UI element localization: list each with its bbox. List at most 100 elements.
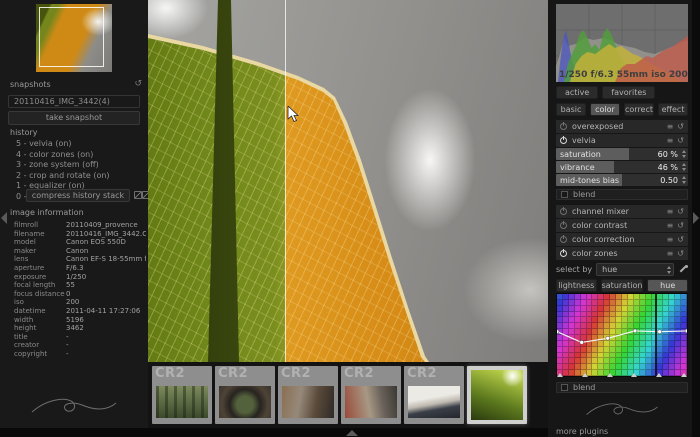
module-header-overexposed[interactable]: overexposed ≡ ↺	[556, 120, 688, 133]
category-tab[interactable]: basic	[556, 103, 586, 116]
power-icon[interactable]	[560, 208, 567, 215]
filmstrip-thumb[interactable]: CR2	[215, 366, 275, 424]
velvia-blend-row[interactable]: blend	[556, 189, 688, 200]
blend-label: blend	[573, 383, 595, 392]
presets-icon[interactable]: ≡	[667, 136, 674, 145]
history-item[interactable]: 2 - crop and rotate (on)	[16, 171, 144, 182]
filmstrip-thumb[interactable]: CR2	[404, 366, 464, 424]
slider-fine-tune-arrows[interactable]	[682, 163, 686, 171]
presets-icon[interactable]: ≡	[667, 207, 674, 216]
module-category-tabs: basic color correct effect	[556, 103, 688, 116]
info-label: filmroll	[14, 221, 66, 230]
histogram[interactable]: 1/250 f/6.3 55mm iso 200	[556, 4, 688, 82]
thumb-photo	[219, 386, 271, 418]
blend-label: blend	[573, 190, 595, 199]
reset-icon[interactable]: ↺	[677, 207, 684, 216]
power-icon[interactable]	[560, 250, 567, 257]
select-by-dropdown[interactable]: hue	[596, 263, 674, 276]
info-value: 2011-04-11 17:27:06	[66, 307, 140, 316]
collapse-left-panel-arrow[interactable]	[1, 212, 7, 224]
history-section-title: history	[10, 128, 38, 137]
info-row: width 5196	[14, 316, 146, 325]
take-snapshot-button[interactable]: take snapshot	[8, 111, 140, 125]
module-header[interactable]: channel mixer ≡ ↺	[556, 205, 688, 218]
filmstrip-thumb[interactable]	[467, 366, 527, 424]
module-header-velvia[interactable]: velvia ≡ ↺	[556, 134, 688, 147]
collapse-right-panel-arrow[interactable]	[693, 212, 699, 224]
compress-history-button[interactable]: compress history stack	[26, 189, 130, 202]
color-zones-blend-row[interactable]: blend	[556, 382, 688, 393]
filmstrip-thumb[interactable]: CR2	[278, 366, 338, 424]
info-value: -	[66, 333, 69, 342]
slider[interactable]: saturation 60 %	[556, 148, 688, 160]
slider[interactable]: vibrance 46 %	[556, 161, 688, 173]
reset-icon[interactable]: ↺	[677, 221, 684, 230]
navigation-view-rect[interactable]	[39, 7, 104, 67]
leaf-image	[148, 0, 548, 362]
info-row: maker Canon	[14, 247, 146, 256]
filmstrip-thumb[interactable]: CR2	[152, 366, 212, 424]
thumb-photo	[471, 370, 523, 420]
power-icon[interactable]	[560, 222, 567, 229]
history-item[interactable]: 4 - color zones (on)	[16, 150, 144, 161]
module-header-color-zones[interactable]: color zones ≡ ↺	[556, 247, 688, 260]
more-plugins-link[interactable]: more plugins	[556, 427, 688, 436]
info-value: F/6.3	[66, 264, 84, 273]
history-copy-icon[interactable]	[134, 191, 142, 199]
group-tab[interactable]: favorites	[602, 86, 655, 99]
slider-fine-tune-arrows[interactable]	[682, 176, 686, 184]
blend-checkbox[interactable]	[561, 191, 568, 198]
presets-icon[interactable]: ≡	[667, 122, 674, 131]
reset-icon[interactable]: ↺	[677, 136, 684, 145]
color-zones-tab[interactable]: hue	[647, 279, 688, 292]
main-image-canvas[interactable]	[148, 0, 548, 362]
color-zones-curve[interactable]	[557, 294, 687, 376]
select-by-value: hue	[602, 265, 617, 274]
info-label: focal length	[14, 281, 66, 290]
module-header[interactable]: color contrast ≡ ↺	[556, 219, 688, 232]
file-ext-badge: CR2	[407, 366, 437, 381]
history-item[interactable]: 3 - zone system (off)	[16, 160, 144, 171]
info-value: Canon	[66, 247, 88, 256]
category-tab[interactable]: effect	[658, 103, 688, 116]
slider-value: 0.50	[660, 176, 678, 185]
slider-fine-tune-arrows[interactable]	[682, 150, 686, 158]
color-picker-icon[interactable]	[678, 264, 688, 274]
color-zones-tab[interactable]: lightness	[556, 279, 597, 292]
slider[interactable]: mid-tones bias 0.50	[556, 174, 688, 186]
info-label: datetime	[14, 307, 66, 316]
blend-checkbox[interactable]	[561, 384, 568, 391]
navigation-thumbnail[interactable]	[36, 4, 112, 72]
history-item[interactable]: 5 - velvia (on)	[16, 139, 144, 150]
color-zones-editor[interactable]	[556, 293, 688, 377]
info-label: creator	[14, 341, 66, 350]
slider-value: 60 %	[658, 150, 678, 159]
file-ext-badge: CR2	[218, 366, 248, 381]
reset-icon[interactable]: ↺	[677, 235, 684, 244]
presets-icon[interactable]: ≡	[667, 221, 674, 230]
category-tab[interactable]: color	[590, 103, 620, 116]
reset-icon[interactable]: ↺	[677, 249, 684, 258]
info-row: creator -	[14, 341, 146, 350]
power-icon[interactable]	[560, 137, 567, 144]
power-icon[interactable]	[560, 123, 567, 130]
collapse-bottom-panel-arrow[interactable]	[346, 430, 358, 436]
presets-icon[interactable]: ≡	[667, 249, 674, 258]
snapshot-entry[interactable]: 20110416_IMG_3442(4)	[8, 95, 140, 108]
color-zones-tab[interactable]: saturation	[601, 279, 644, 292]
snapshots-reset-icon[interactable]: ↺	[134, 79, 142, 89]
group-tab[interactable]: active	[556, 86, 598, 99]
power-icon[interactable]	[560, 236, 567, 243]
info-value: 200	[66, 298, 79, 307]
presets-icon[interactable]: ≡	[667, 235, 674, 244]
category-tab[interactable]: correct	[624, 103, 654, 116]
filmstrip-thumb[interactable]: CR2	[341, 366, 401, 424]
reset-icon[interactable]: ↺	[677, 122, 684, 131]
snapshot-split-line[interactable]	[285, 0, 286, 362]
dropdown-arrows-icon[interactable]	[667, 266, 671, 274]
module-header[interactable]: color correction ≡ ↺	[556, 233, 688, 246]
file-ext-badge: CR2	[155, 366, 185, 381]
info-value: 3462	[66, 324, 84, 333]
thumb-photo	[345, 386, 397, 418]
info-row: filmroll 20110409_provence	[14, 221, 146, 230]
